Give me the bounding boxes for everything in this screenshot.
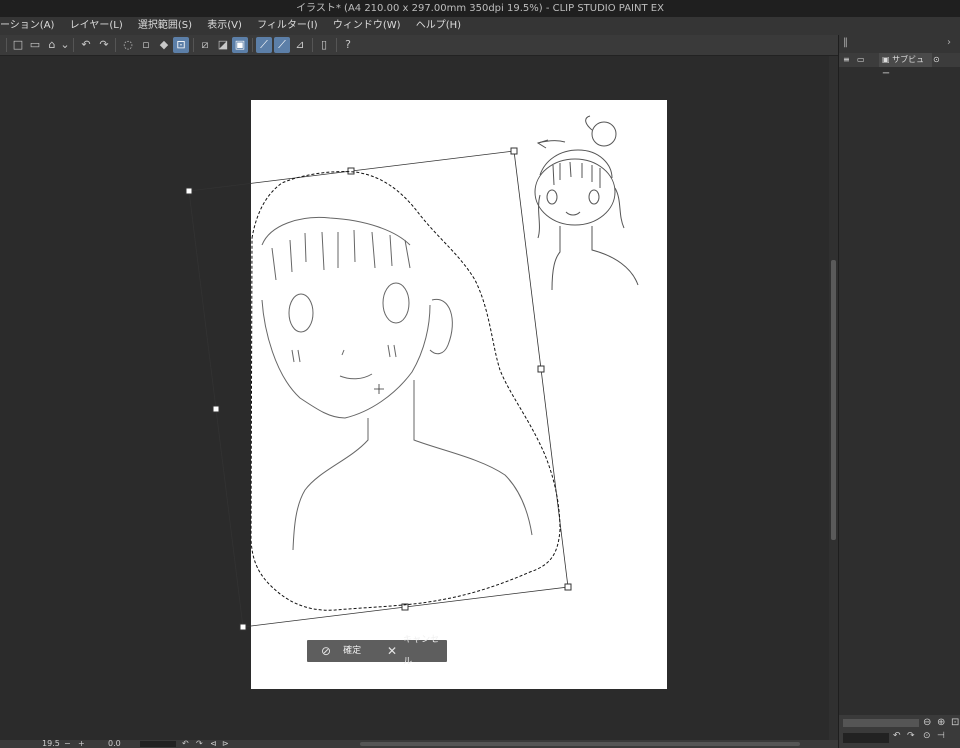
toolbar-divider (193, 38, 194, 52)
menu-view[interactable]: 表示(V) (201, 17, 248, 35)
canvas-paper[interactable] (251, 100, 667, 689)
toolbar-divider (115, 38, 116, 52)
menu-layer[interactable]: レイヤー(L) (64, 17, 129, 35)
menu-icon[interactable]: ≡ (843, 53, 853, 67)
reset-icon[interactable]: ⊙ (923, 731, 931, 741)
menu-bar: ーション(A) レイヤー(L) 選択範囲(S) 表示(V) フィルター(I) ウ… (0, 17, 960, 35)
confirm-button[interactable]: ⊘ 確定 (321, 640, 361, 662)
status-bar: 19.5 − + 0.0 ↶ ↷ ⊲ ⊳ (0, 740, 838, 748)
chevron-right-icon[interactable]: › (947, 37, 951, 48)
flip-horizontal-icon[interactable]: ⊲ (210, 740, 217, 748)
snap-grid-icon[interactable]: ⊿ (292, 37, 308, 53)
toolbar-divider (252, 38, 253, 52)
open-file-icon[interactable]: ▭ (27, 37, 43, 53)
menu-animation[interactable]: ーション(A) (0, 17, 60, 35)
toolbar-divider (336, 38, 337, 52)
zoom-value[interactable]: 19.5 (42, 740, 60, 748)
cancel-button[interactable]: ✕ キャンセル (387, 635, 447, 667)
invert-selection-icon[interactable]: ◪ (215, 37, 231, 53)
device-icon[interactable]: ▯ (316, 37, 332, 53)
zoom-out-icon[interactable]: ⊖ (923, 717, 931, 728)
rotation-slider[interactable] (140, 741, 176, 747)
redo-icon[interactable]: ↷ (96, 37, 112, 53)
show-selection-icon[interactable]: ▣ (232, 37, 248, 53)
deselect-icon[interactable]: ⧄ (197, 37, 213, 53)
search-icon[interactable]: ⊙ (933, 53, 945, 67)
snap-special-ruler-icon[interactable]: ⟋ (274, 37, 290, 53)
panel-footer: ⊖ ⊕ ⊡ ↶ ↷ ⊙ ⊣ (839, 715, 960, 748)
toolbar-divider (6, 38, 7, 52)
subview-icon: ▣ (882, 55, 890, 64)
zoom-in-icon[interactable]: + (78, 740, 85, 748)
command-bar: □ ▭ ⌂ ⌄ ↶ ↷ ◌ ▫ ◆ ⊡ ⧄ ◪ ▣ ⟋ ⟋ ⊿ ▯ ? (0, 35, 838, 56)
rotation-slider[interactable] (843, 733, 889, 743)
menu-filter[interactable]: フィルター(I) (251, 17, 324, 35)
rotate-right-icon[interactable]: ↷ (196, 740, 203, 748)
navigator-tab-icon[interactable]: ▭ (857, 53, 873, 67)
rotate-left-icon[interactable]: ↶ (893, 731, 901, 741)
canvas-vertical-scrollbar[interactable] (829, 56, 838, 740)
undo-icon[interactable]: ↶ (78, 37, 94, 53)
zoom-in-icon[interactable]: ⊕ (937, 717, 945, 728)
clear-icon[interactable]: ◌ (120, 37, 136, 53)
tab-subview[interactable]: ▣ サブビュー (879, 53, 932, 78)
panel-tabs: ≡ ▭ ▣ サブビュー ⊙ (839, 53, 960, 78)
toolbar-divider (312, 38, 313, 52)
window-title: イラスト* (A4 210.00 x 297.00mm 350dpi 19.5%… (0, 0, 960, 17)
fit-icon[interactable]: ⊡ (951, 717, 959, 728)
horizontal-scrollbar[interactable] (360, 742, 800, 746)
check-circle-icon: ⊘ (321, 644, 332, 658)
fill-icon[interactable]: ▫ (138, 37, 154, 53)
scrollbar-thumb[interactable] (831, 260, 836, 540)
cancel-label: キャンセル (403, 635, 440, 667)
flip-vertical-icon[interactable]: ⊳ (222, 740, 229, 748)
right-panel: ‖ › ≡ ▭ ▣ サブビュー ⊙ ⊖ ⊕ ⊡ ↶ ↷ ⊙ ⊣ (838, 35, 960, 748)
save-icon[interactable]: ⌂ (44, 37, 60, 53)
zoom-out-icon[interactable]: − (64, 740, 71, 748)
menu-selection[interactable]: 選択範囲(S) (132, 17, 198, 35)
dropdown-icon[interactable]: ⌄ (60, 37, 70, 53)
rotate-left-icon[interactable]: ↶ (182, 740, 189, 748)
menu-help[interactable]: ヘルプ(H) (410, 17, 467, 35)
transform-confirm-bar: ⊘ 確定 ✕ キャンセル (307, 635, 447, 667)
close-icon: ✕ (387, 644, 398, 658)
toolbar-divider (73, 38, 74, 52)
flip-icon[interactable]: ⊣ (937, 731, 945, 741)
snap-ruler-icon[interactable]: ⟋ (256, 37, 272, 53)
rotation-value[interactable]: 0.0 (108, 740, 121, 748)
menu-window[interactable]: ウィンドウ(W) (327, 17, 407, 35)
scale-rotate-icon[interactable]: ⊡ (173, 37, 189, 53)
rotate-right-icon[interactable]: ↷ (907, 731, 915, 741)
transform-icon[interactable]: ◆ (156, 37, 172, 53)
new-document-icon[interactable]: □ (10, 37, 26, 53)
panel-header: ‖ › (839, 35, 960, 53)
grip-icon[interactable]: ‖ (843, 37, 848, 48)
help-icon[interactable]: ? (340, 37, 356, 53)
confirm-label: 確定 (343, 646, 362, 656)
zoom-slider[interactable] (843, 719, 919, 727)
